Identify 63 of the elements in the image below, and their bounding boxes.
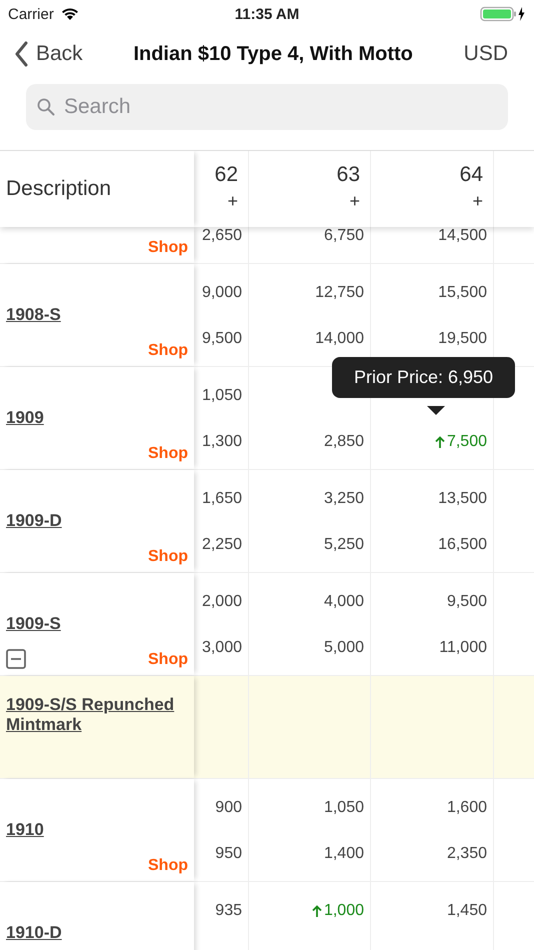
price-value[interactable]: 4,000 bbox=[324, 593, 364, 611]
price-value[interactable]: 950 bbox=[215, 845, 242, 863]
price-value[interactable]: 16,500 bbox=[438, 536, 487, 554]
plus-sign: + bbox=[227, 191, 238, 212]
price-value[interactable]: 1,050 bbox=[202, 387, 242, 405]
price-value[interactable]: 14,000 bbox=[315, 330, 364, 348]
price-value[interactable]: 9,000 bbox=[202, 284, 242, 302]
up-arrow-icon bbox=[434, 436, 445, 448]
price-value[interactable]: 13,500 bbox=[438, 490, 487, 508]
wifi-icon bbox=[60, 7, 80, 21]
coin-link[interactable]: 1908-S bbox=[6, 305, 188, 325]
clock-time: 11:35 AM bbox=[234, 6, 300, 22]
coin-link[interactable]: 1909-S/S Repunched Mintmark bbox=[6, 695, 188, 759]
price-value[interactable]: 12,750 bbox=[315, 284, 364, 302]
price-value[interactable]: 19,500 bbox=[438, 330, 487, 348]
coin-link[interactable]: 1910 bbox=[6, 820, 188, 840]
price-value[interactable]: 2,350 bbox=[446, 845, 487, 863]
price-value[interactable]: 1,050 bbox=[324, 799, 364, 817]
price-value[interactable]: 2,650 bbox=[202, 227, 242, 245]
price-value[interactable]: 6,750 bbox=[324, 227, 364, 245]
price-value[interactable]: 14,500 bbox=[438, 227, 487, 245]
price-value[interactable]: 15,500 bbox=[438, 284, 487, 302]
column-header: Description bbox=[6, 177, 112, 201]
price-value[interactable]: 9,500 bbox=[446, 593, 487, 611]
grade-header: 62 bbox=[214, 163, 238, 187]
price-value[interactable]: 5,250 bbox=[324, 536, 364, 554]
up-arrow-icon bbox=[312, 904, 322, 918]
price-value[interactable]: 900 bbox=[215, 799, 242, 817]
price-value[interactable]: 935 bbox=[215, 902, 242, 920]
grade-header: 63 bbox=[336, 163, 360, 187]
price-value[interactable]: 2,850 bbox=[324, 433, 364, 451]
coin-link[interactable]: 1909-S bbox=[6, 614, 188, 634]
price-value[interactable]: 1,450 bbox=[446, 902, 487, 920]
battery-charging-icon bbox=[480, 6, 526, 22]
screen-title: Indian $10 Type 4, With Motto bbox=[133, 42, 413, 66]
plus-sign: + bbox=[472, 191, 483, 212]
currency-button[interactable]: USD bbox=[464, 42, 508, 66]
tooltip-pointer bbox=[427, 406, 445, 415]
price-value[interactable]: 5,000 bbox=[324, 639, 364, 657]
price-value[interactable]: 1,300 bbox=[202, 433, 242, 451]
collapse-icon[interactable] bbox=[6, 649, 26, 669]
price-value[interactable]: 3,000 bbox=[202, 639, 242, 657]
price-value[interactable]: 11,000 bbox=[439, 639, 487, 657]
price-value[interactable]: 1,400 bbox=[324, 845, 364, 863]
price-value[interactable]: 2,250 bbox=[202, 536, 242, 554]
coin-link[interactable]: 1909 bbox=[6, 408, 188, 428]
grade-header: 64 bbox=[460, 163, 483, 187]
price-tooltip: Prior Price: 6,950 bbox=[332, 357, 516, 398]
price-value[interactable]: 1,650 bbox=[202, 490, 242, 508]
back-button[interactable]: Back bbox=[14, 41, 83, 67]
chevron-left-icon bbox=[14, 41, 28, 67]
search-icon bbox=[37, 98, 55, 116]
coin-link[interactable]: 1909-D bbox=[6, 511, 188, 531]
search-field[interactable]: Search bbox=[26, 84, 508, 130]
price-value[interactable]: 1,600 bbox=[446, 799, 487, 817]
price-value[interactable]: 1,000 bbox=[312, 902, 364, 920]
carrier-name: Carrier bbox=[8, 6, 54, 22]
price-value[interactable]: 2,000 bbox=[202, 593, 242, 611]
price-value[interactable]: 3,250 bbox=[324, 490, 364, 508]
plus-sign: + bbox=[349, 191, 360, 212]
coin-link[interactable]: 1910-D bbox=[6, 923, 188, 943]
price-value[interactable]: 9,500 bbox=[202, 330, 242, 348]
price-value[interactable]: 7,500 bbox=[434, 433, 487, 451]
